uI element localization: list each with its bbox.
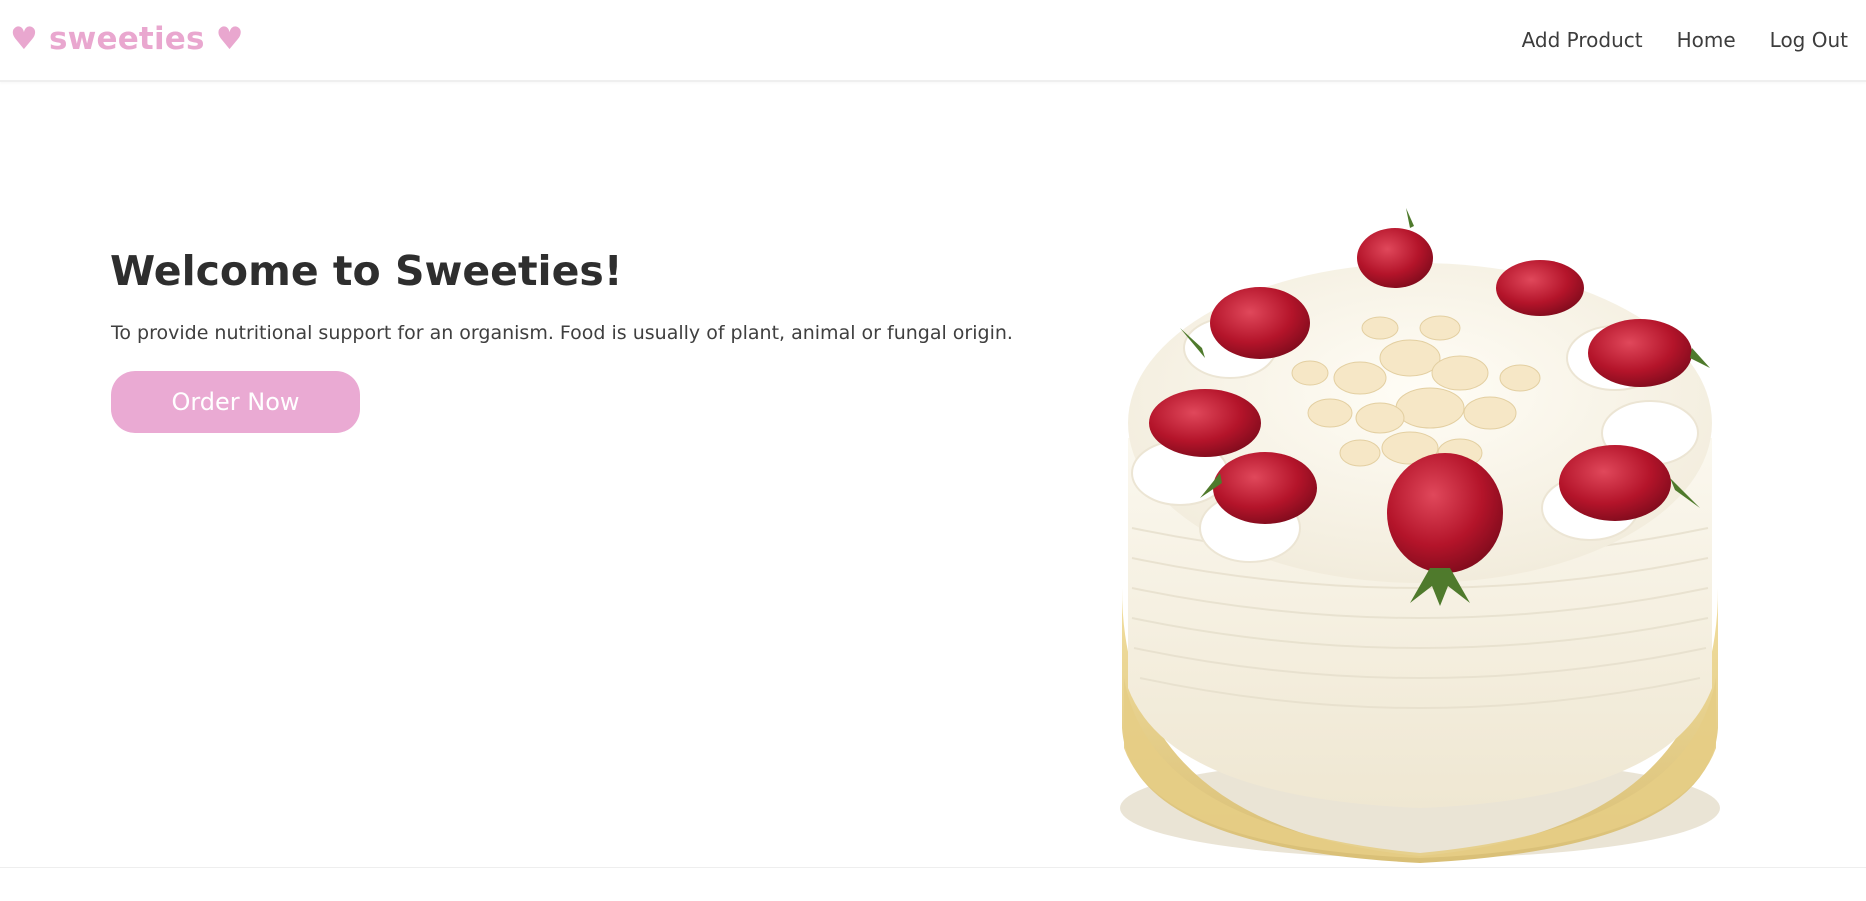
nav-add-product-link[interactable]: Add Product — [1522, 24, 1643, 56]
hero-description: To provide nutritional support for an or… — [111, 322, 1013, 344]
brand-logo[interactable]: ♥ sweeties ♥ — [10, 19, 244, 59]
cake-image — [1110, 208, 1750, 868]
nav-log-out-link[interactable]: Log Out — [1770, 24, 1848, 56]
order-now-button[interactable]: Order Now — [111, 371, 360, 433]
nav-links: Add Product Home Log Out — [1522, 24, 1848, 56]
top-navbar: ♥ sweeties ♥ Add Product Home Log Out — [0, 0, 1866, 82]
footer-divider — [0, 867, 1866, 868]
hero-title: Welcome to Sweeties! — [110, 247, 623, 295]
cake-illustration — [1120, 208, 1720, 863]
nav-home-link[interactable]: Home — [1677, 24, 1736, 56]
